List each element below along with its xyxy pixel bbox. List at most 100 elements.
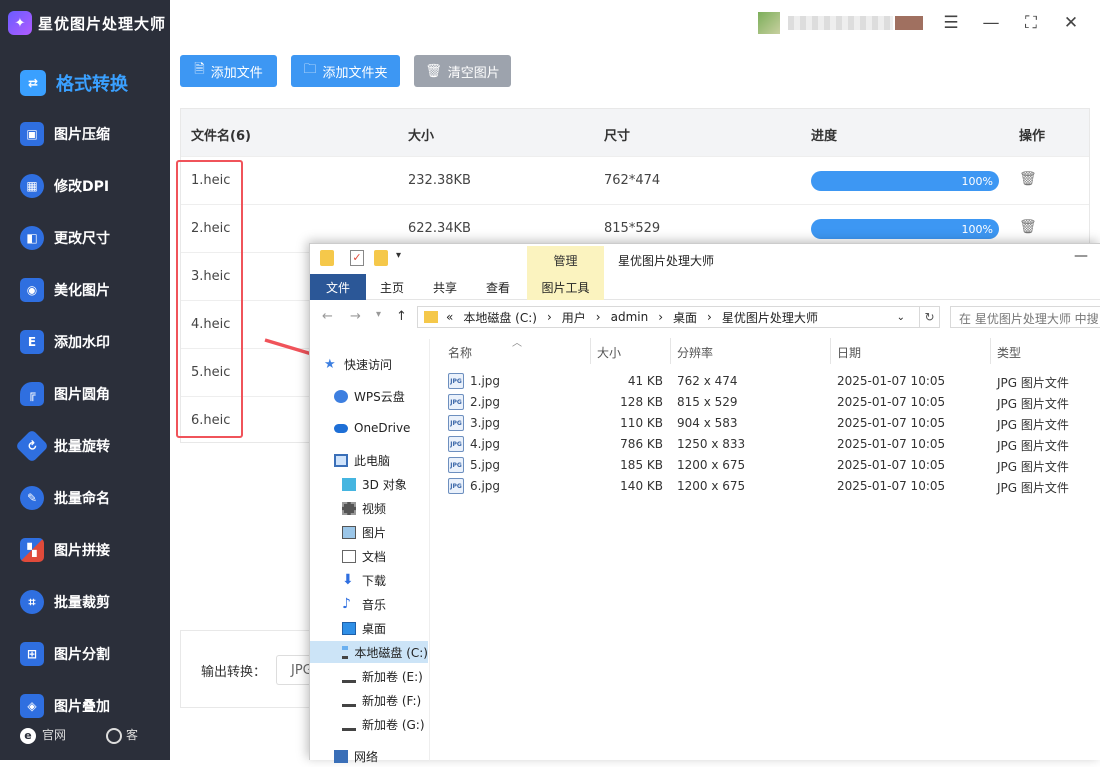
properties-icon[interactable]: ✓ xyxy=(350,250,364,266)
close-icon[interactable]: ✕ xyxy=(1060,12,1082,34)
chevron-down-icon[interactable]: ▾ xyxy=(396,250,410,266)
sidebar-item-format-convert[interactable]: ⇄ 格式转换 xyxy=(0,57,170,109)
nav-3d-objects[interactable]: 3D 对象 xyxy=(342,473,407,495)
sidebar-item-watermark[interactable]: E 添加水印 xyxy=(0,316,170,368)
settings-icon[interactable]: ☰ xyxy=(940,12,962,34)
nav-desktop[interactable]: 桌面 xyxy=(342,617,386,639)
col-name[interactable]: 名称 xyxy=(448,344,472,361)
nav-documents[interactable]: 文档 xyxy=(342,545,386,567)
nav-this-pc[interactable]: 此电脑 xyxy=(334,449,390,471)
tab-home[interactable]: 主页 xyxy=(374,274,410,300)
file-size: 232.38KB xyxy=(408,173,471,188)
breadcrumb[interactable]: 用户 xyxy=(562,309,586,326)
nav-wps-cloud[interactable]: WPS云盘 xyxy=(334,385,405,407)
chat-icon xyxy=(106,727,123,744)
col-date[interactable]: 日期 xyxy=(837,344,861,361)
round-corner-icon: ╔ xyxy=(20,382,44,406)
breadcrumb[interactable]: 星优图片处理大师 xyxy=(722,309,818,326)
list-item[interactable]: JPG 1.jpg 41 KB 762 x 474 2025-01-07 10:… xyxy=(430,371,1100,392)
sidebar-footer: e 官网 客 xyxy=(0,710,170,760)
app-logo-icon: ✦ xyxy=(8,11,32,35)
tab-file[interactable]: 文件 xyxy=(310,274,366,300)
sort-up-icon: ︿ xyxy=(512,338,522,349)
delete-icon[interactable]: 🗑 xyxy=(1019,171,1037,187)
manage-tab[interactable]: 管理 xyxy=(527,246,604,274)
add-folder-button[interactable]: 🗀 添加文件夹 xyxy=(291,55,400,87)
folder-icon xyxy=(424,311,438,323)
address-bar[interactable]: « 本地磁盘 (C:) › 用户 › admin › 桌面 › 星优图片处理大师… xyxy=(417,306,920,328)
minimize-icon[interactable]: — xyxy=(980,12,1002,34)
username-blurred xyxy=(788,16,893,30)
sidebar-item-beautify[interactable]: ◉ 美化图片 xyxy=(0,264,170,316)
refresh-icon[interactable]: ↻ xyxy=(920,306,940,328)
sidebar-item-dpi[interactable]: ▦ 修改DPI xyxy=(0,160,170,212)
avatar[interactable] xyxy=(758,12,780,34)
nav-volume-e[interactable]: 新加卷 (E:) xyxy=(342,665,423,687)
col-type[interactable]: 类型 xyxy=(997,344,1021,361)
tab-picture-tools[interactable]: 图片工具 xyxy=(527,274,604,300)
col-size: 大小 xyxy=(408,129,435,144)
chevron-down-icon[interactable]: ⌄ xyxy=(897,312,905,323)
ribbon-tabs: 文件 主页 共享 查看 图片工具 xyxy=(310,274,1100,300)
nav-downloads[interactable]: ⬇ 下载 xyxy=(342,569,386,591)
nav-onedrive[interactable]: OneDrive xyxy=(334,417,410,439)
sidebar-item-label: 美化图片 xyxy=(54,283,110,299)
output-label: 输出转换： xyxy=(201,665,267,680)
add-file-button[interactable]: 🗎 添加文件 xyxy=(180,55,277,87)
wps-cloud-icon xyxy=(334,389,348,403)
local-disk-icon xyxy=(342,645,349,659)
file-size: 622.34KB xyxy=(408,221,471,236)
nav-volume-g[interactable]: 新加卷 (G:) xyxy=(342,713,425,735)
file-list: ︿ 名称 大小 分辨率 日期 类型 JPG 1.jpg 41 KB 762 x … xyxy=(430,334,1100,761)
jpg-file-icon: JPG xyxy=(448,373,464,389)
search-input[interactable]: 在 星优图片处理大师 中搜 xyxy=(950,306,1100,328)
output-settings-panel: 输出转换： JPG xyxy=(180,630,321,708)
tab-view[interactable]: 查看 xyxy=(480,274,516,300)
sidebar-item-compress[interactable]: ▣ 图片压缩 xyxy=(0,108,170,160)
col-size[interactable]: 大小 xyxy=(597,344,621,361)
new-folder-icon[interactable] xyxy=(374,250,388,266)
up-icon[interactable]: ↑ xyxy=(396,309,407,324)
nav-network[interactable]: 网络 xyxy=(334,745,378,767)
nav-volume-f[interactable]: 新加卷 (F:) xyxy=(342,689,421,711)
sidebar-item-crop[interactable]: ⌗ 批量裁剪 xyxy=(0,576,170,628)
sidebar-item-round-corner[interactable]: ╔ 图片圆角 xyxy=(0,368,170,420)
minimize-icon[interactable]: — xyxy=(1074,248,1088,264)
sidebar-item-resize[interactable]: ◧ 更改尺寸 xyxy=(0,212,170,264)
forward-icon[interactable]: → xyxy=(350,309,361,324)
clear-images-button[interactable]: 🗑 清空图片 xyxy=(414,55,511,87)
col-resolution[interactable]: 分辨率 xyxy=(677,344,713,361)
nav-music[interactable]: ♪ 音乐 xyxy=(342,593,386,615)
list-item[interactable]: JPG 3.jpg 110 KB 904 x 583 2025-01-07 10… xyxy=(430,413,1100,434)
sidebar-item-split[interactable]: ⊞ 图片分割 xyxy=(0,628,170,680)
breadcrumb[interactable]: 本地磁盘 (C:) xyxy=(463,309,537,326)
file-icon: 🗎 xyxy=(194,62,205,77)
brand: ✦ 星优图片处理大师 xyxy=(8,8,166,38)
website-link[interactable]: e 官网 xyxy=(20,726,66,744)
breadcrumb[interactable]: 桌面 xyxy=(673,309,697,326)
nav-quick-access[interactable]: ★ 快速访问 xyxy=(324,353,392,375)
nav-local-disk-c[interactable]: 本地磁盘 (C:) xyxy=(310,641,428,663)
jpg-file-icon: JPG xyxy=(448,436,464,452)
download-icon: ⬇ xyxy=(342,571,354,588)
pictures-icon xyxy=(342,525,356,539)
tab-share[interactable]: 共享 xyxy=(427,274,463,300)
nav-videos[interactable]: 视频 xyxy=(342,497,386,519)
list-item[interactable]: JPG 6.jpg 140 KB 1200 x 675 2025-01-07 1… xyxy=(430,476,1100,497)
list-item[interactable]: JPG 2.jpg 128 KB 815 x 529 2025-01-07 10… xyxy=(430,392,1100,413)
rename-icon: ✎ xyxy=(20,486,44,510)
back-icon[interactable]: ← xyxy=(322,309,333,324)
customer-service-link[interactable]: 客 xyxy=(106,726,138,744)
nav-pictures[interactable]: 图片 xyxy=(342,521,386,543)
delete-icon[interactable]: 🗑 xyxy=(1019,219,1037,235)
recent-icon[interactable]: ▾ xyxy=(376,309,381,320)
breadcrumb[interactable]: admin xyxy=(611,310,649,324)
file-dims: 762*474 xyxy=(604,173,661,188)
list-item[interactable]: JPG 5.jpg 185 KB 1200 x 675 2025-01-07 1… xyxy=(430,455,1100,476)
sidebar-item-rotate[interactable]: ↻ 批量旋转 xyxy=(0,420,170,472)
sidebar-item-rename[interactable]: ✎ 批量命名 xyxy=(0,472,170,524)
sidebar-item-stitch[interactable]: ▚ 图片拼接 xyxy=(0,524,170,576)
table-row[interactable]: 1.heic 232.38KB 762*474 100% 🗑 xyxy=(181,156,1089,204)
list-item[interactable]: JPG 4.jpg 786 KB 1250 x 833 2025-01-07 1… xyxy=(430,434,1100,455)
maximize-icon[interactable]: ⛶ xyxy=(1020,12,1042,34)
